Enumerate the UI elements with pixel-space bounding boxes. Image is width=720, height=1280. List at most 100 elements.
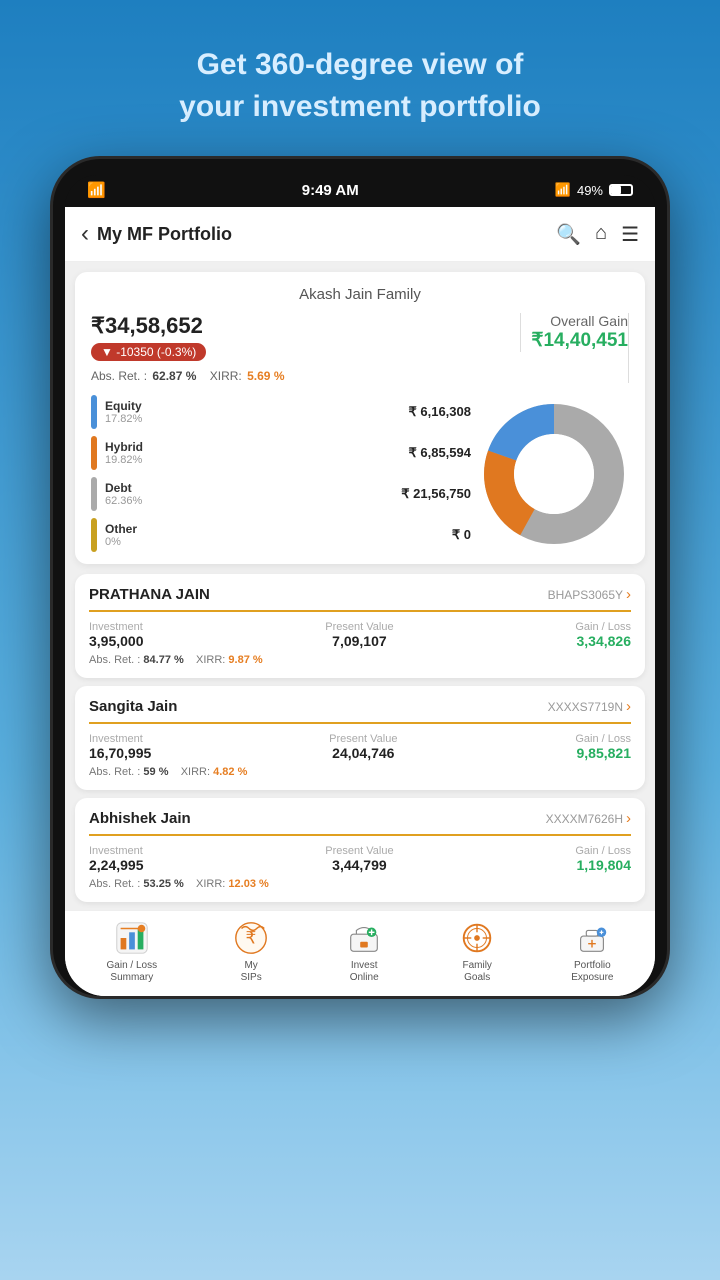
exposure-icon — [573, 919, 611, 957]
donut-chart — [479, 399, 629, 549]
chevron-right-icon: › — [626, 586, 631, 603]
stat-label: Present Value — [325, 845, 393, 857]
asset-item: Other 0% ₹ 0 — [91, 518, 471, 552]
xirr-val: 9.87 % — [228, 654, 262, 666]
xirr-val: 4.82 % — [213, 766, 247, 778]
abs-ret-label: Abs. Ret. : — [91, 369, 147, 383]
stat-gain-value: 1,19,804 — [575, 857, 631, 873]
gain-loss-label: Gain / LossSummary — [107, 960, 158, 984]
asset-info: Equity 17.82% — [105, 399, 401, 425]
asset-item: Hybrid 19.82%₹ 6,85,594 — [91, 436, 471, 470]
page-title: My MF Portfolio — [97, 224, 232, 245]
stat-gain: Gain / Loss 3,34,826 — [575, 621, 631, 649]
chevron-right-icon: › — [626, 810, 631, 827]
family-icon — [458, 919, 496, 957]
asset-section: Equity 17.82%₹ 6,16,308 Hybrid 19.82%₹ 6,… — [91, 395, 629, 552]
family-name: Akash Jain Family — [91, 286, 629, 303]
member-stats-row: Investment 16,70,995 Present Value 24,04… — [89, 733, 631, 761]
stat-label: Present Value — [329, 733, 397, 745]
member-abs-ret: Abs. Ret. : 59 % XIRR: 4.82 % — [89, 766, 631, 778]
portfolio-card: Akash Jain Family ₹34,58,652 ▼ -10350 (-… — [75, 272, 645, 564]
battery-icon — [609, 184, 633, 196]
stat-gain: Gain / Loss 9,85,821 — [575, 733, 631, 761]
status-time: 9:49 AM — [302, 182, 359, 199]
stat-label: Investment — [89, 733, 151, 745]
abs-ret-value: 62.87 % — [152, 369, 196, 383]
change-badge: ▼ -10350 (-0.3%) — [91, 343, 206, 361]
asset-item: Equity 17.82%₹ 6,16,308 — [91, 395, 471, 429]
member-header: Sangita Jain XXXXS7719N › — [89, 698, 631, 724]
abs-ret-val: 84.77 % — [143, 654, 183, 666]
stat-value: 3,95,000 — [89, 633, 144, 649]
member-name: Sangita Jain — [89, 698, 177, 715]
total-value: ₹34,58,652 — [91, 313, 510, 339]
stat-investment: Investment 16,70,995 — [89, 733, 151, 761]
asset-amount: ₹ 0 — [452, 527, 471, 543]
stat-label: Gain / Loss — [575, 845, 631, 857]
member-pan[interactable]: XXXXM7626H › — [546, 810, 631, 827]
asset-name: Debt — [105, 481, 393, 495]
member-abs-ret: Abs. Ret. : 53.25 % XIRR: 12.03 % — [89, 878, 631, 890]
invest-label: InvestOnline — [350, 960, 379, 984]
stat-value: 7,09,107 — [325, 633, 393, 649]
exposure-label: PortfolioExposure — [571, 960, 613, 984]
asset-amount: ₹ 6,85,594 — [409, 445, 472, 461]
nav-item-gain-loss[interactable]: Gain / LossSummary — [107, 919, 158, 984]
member-stats-row: Investment 2,24,995 Present Value 3,44,7… — [89, 845, 631, 873]
sips-icon: ₹ — [232, 919, 270, 957]
asset-pct: 0% — [105, 536, 444, 548]
stat-value: 3,44,799 — [325, 857, 393, 873]
xirr-label: XIRR: — [210, 369, 242, 383]
search-icon[interactable]: 🔍 — [556, 222, 581, 247]
asset-color-bar — [91, 436, 97, 470]
member-card: Abhishek Jain XXXXM7626H › Investment 2,… — [75, 798, 645, 902]
nav-item-family[interactable]: FamilyGoals — [458, 919, 496, 984]
home-icon[interactable]: ⌂ — [595, 222, 607, 247]
invest-icon — [345, 919, 383, 957]
asset-list: Equity 17.82%₹ 6,16,308 Hybrid 19.82%₹ 6,… — [91, 395, 471, 552]
gain-loss-icon — [113, 919, 151, 957]
asset-info: Other 0% — [105, 522, 444, 548]
member-pan[interactable]: BHAPS3065Y › — [548, 586, 631, 603]
back-button[interactable]: ‹ — [81, 220, 89, 248]
member-header: PRATHANA JAIN BHAPS3065Y › — [89, 586, 631, 612]
asset-info: Debt 62.36% — [105, 481, 393, 507]
asset-amount: ₹ 21,56,750 — [401, 486, 471, 502]
asset-name: Other — [105, 522, 444, 536]
status-bar: 📶 9:49 AM 📶 49% — [65, 175, 655, 207]
overall-gain-section: Overall Gain ₹14,40,451 — [520, 313, 628, 352]
header-line2: your investment portfolio — [179, 90, 541, 123]
member-abs-ret: Abs. Ret. : 84.77 % XIRR: 9.87 % — [89, 654, 631, 666]
phone-frame: 📶 9:49 AM 📶 49% ‹ My MF Portfolio 🔍 ⌂ ☰ — [50, 156, 670, 999]
asset-pct: 62.36% — [105, 495, 393, 507]
portfolio-top-row: ₹34,58,652 ▼ -10350 (-0.3%) Abs. Ret. : … — [91, 313, 629, 383]
overall-gain-label: Overall Gain — [531, 313, 628, 329]
svg-text:₹: ₹ — [246, 929, 257, 948]
xirr-value: 5.69 % — [247, 369, 284, 383]
app-header: Get 360-degree view of your investment p… — [139, 44, 581, 128]
asset-pct: 17.82% — [105, 413, 401, 425]
stat-value: 24,04,746 — [329, 745, 397, 761]
bluetooth-icon: 📶 — [555, 182, 571, 198]
nav-item-sips[interactable]: ₹ MySIPs — [232, 919, 270, 984]
nav-item-exposure[interactable]: PortfolioExposure — [571, 919, 613, 984]
asset-color-bar — [91, 477, 97, 511]
nav-left: ‹ My MF Portfolio — [81, 220, 232, 248]
stat-investment: Investment 2,24,995 — [89, 845, 144, 873]
abs-ret-row: Abs. Ret. : 62.87 % XIRR: 5.69 % — [91, 369, 510, 383]
nav-actions: 🔍 ⌂ ☰ — [556, 222, 639, 247]
member-card: Sangita Jain XXXXS7719N › Investment 16,… — [75, 686, 645, 790]
stat-investment: Investment 3,95,000 — [89, 621, 144, 649]
menu-icon[interactable]: ☰ — [621, 222, 639, 247]
member-pan[interactable]: XXXXS7719N › — [548, 698, 631, 715]
status-right: 📶 49% — [555, 182, 633, 198]
portfolio-value-section: ₹34,58,652 ▼ -10350 (-0.3%) Abs. Ret. : … — [91, 313, 520, 383]
asset-name: Hybrid — [105, 440, 401, 454]
stat-label: Gain / Loss — [575, 621, 631, 633]
nav-item-invest[interactable]: InvestOnline — [345, 919, 383, 984]
stat-label: Present Value — [325, 621, 393, 633]
stat-value: 2,24,995 — [89, 857, 144, 873]
scroll-content: Akash Jain Family ₹34,58,652 ▼ -10350 (-… — [65, 262, 655, 910]
stat-gain-value: 3,34,826 — [575, 633, 631, 649]
member-name: Abhishek Jain — [89, 810, 191, 827]
